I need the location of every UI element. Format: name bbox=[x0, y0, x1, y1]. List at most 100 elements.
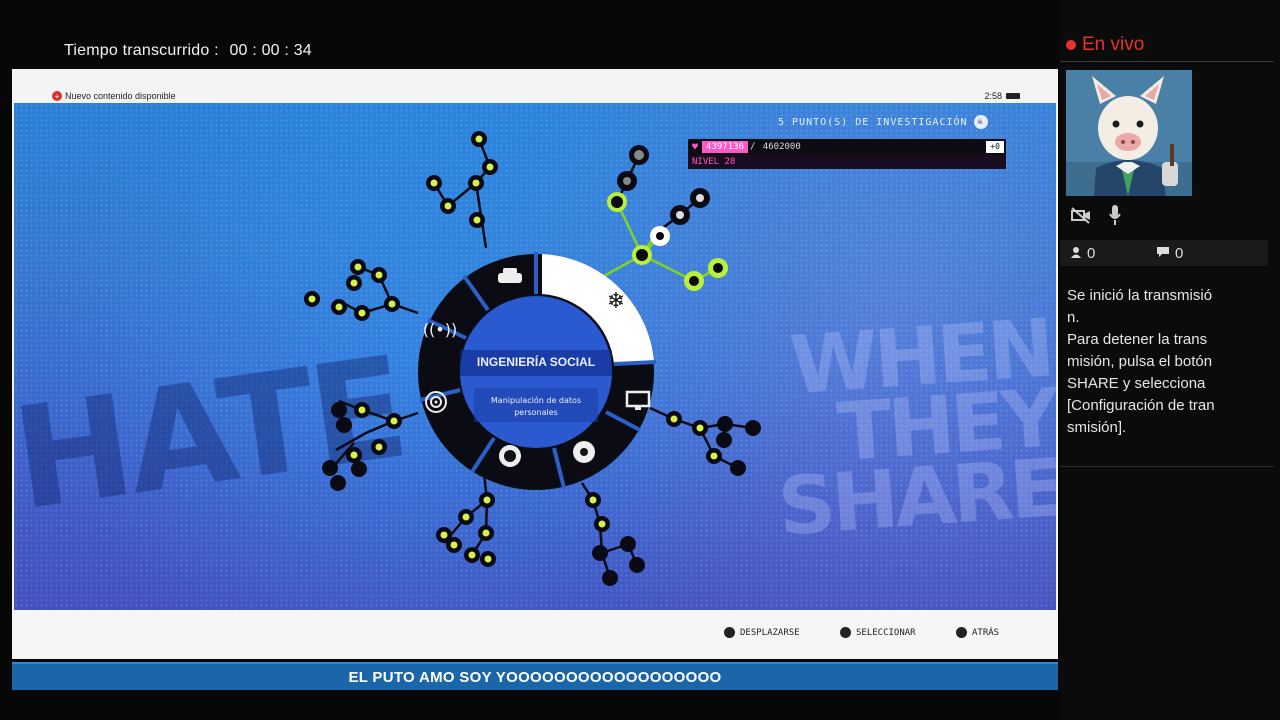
skill-node[interactable] bbox=[350, 259, 366, 275]
skill-node[interactable] bbox=[458, 509, 474, 525]
hint-scroll: DESPLAZARSE bbox=[724, 627, 800, 638]
elapsed-label: Tiempo transcurrido : bbox=[64, 42, 219, 59]
skill-node[interactable] bbox=[336, 417, 352, 433]
skill-node[interactable] bbox=[331, 402, 347, 418]
system-messages: Se inició la transmisión. Para detener l… bbox=[1067, 285, 1219, 439]
level-label: NIVEL 28 bbox=[692, 157, 736, 167]
viewer-count-value: 0 bbox=[1087, 244, 1096, 262]
skill-node[interactable] bbox=[592, 545, 608, 561]
skill-node[interactable] bbox=[479, 492, 495, 508]
skill-node[interactable] bbox=[346, 275, 362, 291]
skill-node[interactable] bbox=[692, 420, 708, 436]
skill-node[interactable] bbox=[629, 145, 649, 165]
skill-node[interactable] bbox=[384, 296, 400, 312]
stream-sidebar: En vivo 0 0 Se inició la transmisión. Pa… bbox=[1060, 0, 1280, 720]
skill-node-active[interactable] bbox=[708, 258, 728, 278]
cross-button-icon bbox=[840, 627, 851, 638]
message-started: Se inició la transmisión. bbox=[1067, 287, 1213, 326]
skill-node[interactable] bbox=[482, 159, 498, 175]
skill-node[interactable] bbox=[602, 570, 618, 586]
record-dot-icon bbox=[1066, 40, 1076, 50]
skull-icon: ☠ bbox=[973, 115, 988, 129]
skill-node[interactable] bbox=[480, 551, 496, 567]
research-points-text: 5 PUNTO(S) DE INVESTIGACIÓN bbox=[778, 116, 968, 128]
skill-node[interactable] bbox=[464, 547, 480, 563]
hint-back: ATRÁS bbox=[956, 627, 999, 638]
skill-node[interactable] bbox=[585, 492, 601, 508]
skill-node[interactable] bbox=[440, 198, 456, 214]
circle-button-icon bbox=[956, 627, 967, 638]
gear-icon bbox=[573, 441, 595, 463]
audio-controls bbox=[1070, 204, 1122, 231]
message-instructions: Para detener la transmisión, pulsa el bo… bbox=[1067, 331, 1215, 436]
skill-node[interactable] bbox=[354, 402, 370, 418]
followers-max: 4602000 bbox=[762, 142, 801, 152]
wheel-subtitle-1: Manipulación de datos bbox=[491, 395, 581, 405]
skill-tree-view: HATE WHEN THEY SHARE 5 PUNTO(S) DE INVESTI… bbox=[14, 103, 1056, 610]
skill-node[interactable] bbox=[617, 171, 637, 191]
skill-wheel: INGENIERÍA SOCIAL Manipulación de datos … bbox=[304, 131, 761, 586]
skill-node[interactable] bbox=[690, 188, 710, 208]
skill-node[interactable] bbox=[331, 299, 347, 315]
skill-node[interactable] bbox=[666, 411, 682, 427]
followers-current: 4397136 bbox=[702, 141, 748, 153]
button-hints: DESPLAZARSE SELECCIONAR ATRÁS bbox=[12, 610, 1058, 659]
skill-node[interactable] bbox=[469, 212, 485, 228]
microphone-icon[interactable] bbox=[1108, 204, 1122, 231]
battery-icon bbox=[1006, 93, 1020, 99]
skill-node[interactable] bbox=[478, 525, 494, 541]
skill-node[interactable] bbox=[446, 537, 462, 553]
skill-node[interactable] bbox=[706, 448, 722, 464]
skill-node-active[interactable] bbox=[607, 192, 627, 212]
hint-back-label: ATRÁS bbox=[972, 627, 1000, 638]
streamer-avatar bbox=[1066, 70, 1192, 196]
plus-icon: + bbox=[52, 91, 62, 101]
skill-node[interactable] bbox=[716, 432, 732, 448]
heart-icon: ♥ bbox=[692, 141, 699, 153]
skill-node[interactable] bbox=[745, 420, 761, 436]
live-indicator: En vivo bbox=[1066, 34, 1144, 56]
skill-node[interactable] bbox=[371, 439, 387, 455]
skill-node[interactable] bbox=[354, 305, 370, 321]
skill-node[interactable] bbox=[730, 460, 746, 476]
skill-node[interactable] bbox=[426, 175, 442, 191]
camera-off-icon[interactable] bbox=[1070, 206, 1092, 229]
stream-title: EL PUTO AMO SOY YOOOOOOOOOOOOOOOOOO bbox=[348, 669, 722, 686]
viewer-icon bbox=[1070, 245, 1082, 262]
stream-stats: 0 0 bbox=[1060, 240, 1268, 266]
skill-node-active[interactable] bbox=[684, 271, 704, 291]
skill-node[interactable] bbox=[304, 291, 320, 307]
skill-node[interactable] bbox=[670, 205, 690, 225]
hint-select-label: SELECCIONAR bbox=[856, 627, 916, 638]
comment-count: 0 bbox=[1146, 245, 1232, 262]
skill-node-selected[interactable] bbox=[650, 226, 670, 246]
wheel-subtitle-2: personales bbox=[514, 408, 558, 417]
snowflake-icon: ❄ bbox=[607, 289, 625, 314]
hint-select: SELECCIONAR bbox=[840, 627, 916, 638]
skill-node[interactable] bbox=[371, 267, 387, 283]
skill-node[interactable] bbox=[468, 175, 484, 191]
skill-node[interactable] bbox=[330, 475, 346, 491]
comment-icon bbox=[1156, 245, 1170, 262]
left-stick-icon bbox=[724, 627, 735, 638]
skill-node[interactable] bbox=[594, 516, 610, 532]
skill-node[interactable] bbox=[322, 460, 338, 476]
live-label: En vivo bbox=[1082, 34, 1145, 55]
system-notice: + Nuevo contenido disponible bbox=[52, 91, 176, 101]
skill-node[interactable] bbox=[620, 536, 636, 552]
clock-text: 2:58 bbox=[984, 91, 1002, 101]
skill-node[interactable] bbox=[471, 131, 487, 147]
comment-count-value: 0 bbox=[1175, 244, 1184, 262]
skill-node-active[interactable] bbox=[632, 245, 652, 265]
skill-node[interactable] bbox=[351, 461, 367, 477]
game-screen: + Nuevo contenido disponible 2:58 HATE W… bbox=[12, 69, 1058, 659]
wheel-title: INGENIERÍA SOCIAL bbox=[477, 354, 595, 369]
viewer-count: 0 bbox=[1060, 245, 1146, 262]
skill-node[interactable] bbox=[386, 413, 402, 429]
research-points: 5 PUNTO(S) DE INVESTIGACIÓN ☠ bbox=[778, 115, 988, 129]
plus-circle-icon bbox=[499, 445, 521, 467]
skill-node[interactable] bbox=[346, 447, 362, 463]
skill-node[interactable] bbox=[717, 416, 733, 432]
skill-node[interactable] bbox=[629, 557, 645, 573]
notice-text: Nuevo contenido disponible bbox=[65, 91, 176, 101]
